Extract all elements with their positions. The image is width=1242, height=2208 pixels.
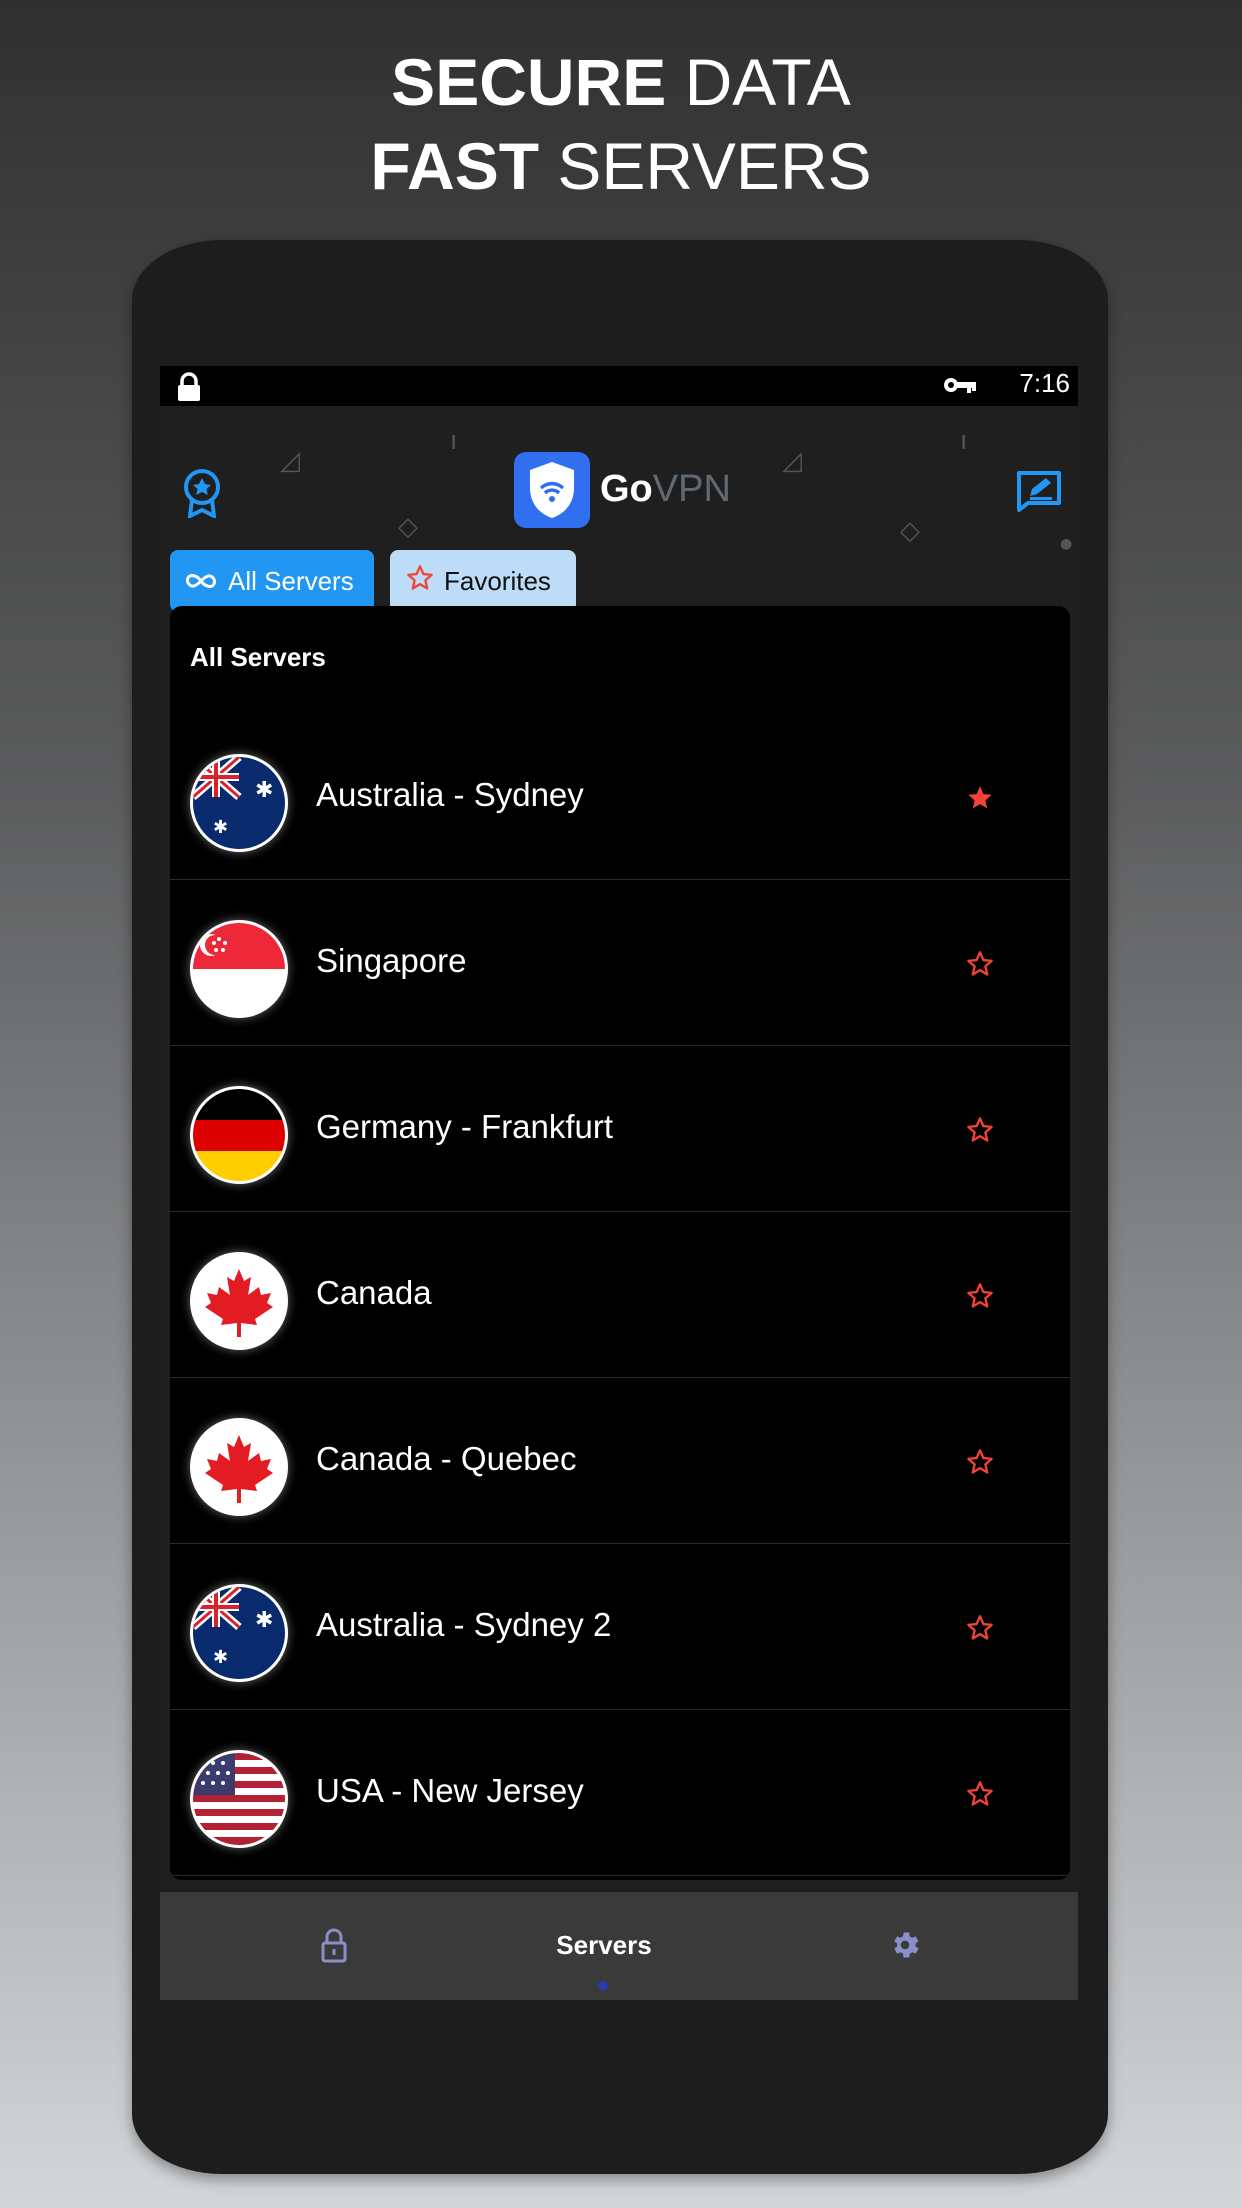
favorite-star-outline-icon[interactable]	[966, 1780, 994, 1812]
server-list-title: All Servers	[190, 642, 326, 672]
edit-message-icon[interactable]	[1016, 470, 1062, 516]
australia-flag-icon: ✱ ✱	[190, 754, 288, 852]
germany-flag-icon	[190, 1086, 288, 1184]
settings-gear-icon[interactable]	[888, 1928, 922, 1966]
promo-bold-secure: SECURE	[391, 45, 667, 119]
australia-flag-icon: ✱ ✱	[190, 1584, 288, 1682]
decor-diamond: ◇	[900, 516, 920, 546]
govpn-logo	[514, 452, 590, 528]
server-row[interactable]: Canada	[170, 1212, 1070, 1378]
favorite-star-outline-icon[interactable]	[966, 1614, 994, 1646]
canada-flag-icon	[190, 1252, 288, 1350]
promo-light-data: DATA	[684, 45, 851, 119]
server-name: Australia - Sydney	[316, 776, 584, 813]
server-row[interactable]: ✱ ✱ Australia - Sydney 2	[170, 1544, 1070, 1710]
singapore-flag-icon	[190, 920, 288, 1018]
server-row[interactable]: Canada - Quebec	[170, 1378, 1070, 1544]
decor-dash: ı	[960, 426, 968, 456]
promo-bold-fast: FAST	[370, 129, 540, 203]
server-row[interactable]: ✱ ✱ Australia - Sydney	[170, 714, 1070, 880]
status-bar: 7:16	[160, 366, 1078, 406]
favorite-star-filled-icon[interactable]	[966, 784, 994, 816]
infinity-icon	[184, 566, 228, 597]
canada-flag-icon	[190, 1418, 288, 1516]
svg-text:✱: ✱	[213, 817, 228, 838]
decor-dash: ı	[450, 426, 458, 456]
favorite-star-outline-icon[interactable]	[966, 1116, 994, 1148]
phone-screen: 7:16 ◿ ı ◇ ◿ ı ◇ ◇ ● GoVPN All Servers	[160, 366, 1078, 2000]
lock-icon	[176, 372, 202, 406]
nav-servers-tab[interactable]: Servers	[544, 1930, 664, 1961]
server-name: Germany - Frankfurt	[316, 1108, 614, 1145]
server-row[interactable]: Singapore	[170, 880, 1070, 1046]
server-name: Australia - Sydney 2	[316, 1606, 612, 1643]
promo-headline-line2: FAST SERVERS	[0, 124, 1242, 208]
favorite-star-outline-icon[interactable]	[966, 950, 994, 982]
vpn-key-icon	[943, 376, 977, 398]
server-name: Canada	[316, 1274, 432, 1311]
lock-open-icon[interactable]	[320, 1928, 348, 1968]
decor-triangle: ◿	[280, 446, 300, 476]
promo-headline-line1: SECURE DATA	[0, 40, 1242, 124]
brand-go: Go	[600, 468, 653, 510]
server-name: Canada - Quebec	[316, 1440, 577, 1477]
tab-all-servers[interactable]: All Servers	[170, 550, 374, 612]
status-time: 7:16	[1019, 368, 1070, 398]
usa-flag-icon	[190, 1750, 288, 1848]
award-badge-icon[interactable]	[182, 468, 222, 522]
server-row[interactable]: Germany - Frankfurt	[170, 1046, 1070, 1212]
favorite-star-outline-icon[interactable]	[966, 1282, 994, 1314]
tab-favorites-label: Favorites	[444, 565, 551, 596]
app-brand: GoVPN	[600, 468, 731, 511]
server-name: Singapore	[316, 942, 467, 979]
bottom-navigation: Servers	[160, 1892, 1078, 2000]
server-list-card: All Servers ✱ ✱ Australia - Sydney Singa…	[170, 606, 1070, 1880]
promo-light-servers: SERVERS	[557, 129, 872, 203]
tab-all-servers-label: All Servers	[228, 565, 354, 596]
decor-diamond: ◇	[398, 512, 418, 542]
svg-text:✱: ✱	[213, 1647, 228, 1668]
server-name: USA - New Jersey	[316, 1772, 584, 1809]
brand-vpn: VPN	[652, 468, 731, 510]
server-row[interactable]: USA - New Jersey	[170, 1710, 1070, 1876]
svg-text:✱: ✱	[255, 1608, 273, 1633]
active-indicator	[598, 1981, 608, 1991]
favorite-star-outline-icon[interactable]	[966, 1448, 994, 1480]
decor-dot: ●	[1060, 536, 1073, 552]
star-outline-icon	[406, 564, 444, 599]
tab-favorites[interactable]: Favorites	[390, 550, 576, 612]
svg-text:✱: ✱	[255, 778, 273, 803]
decor-triangle: ◿	[782, 446, 802, 476]
